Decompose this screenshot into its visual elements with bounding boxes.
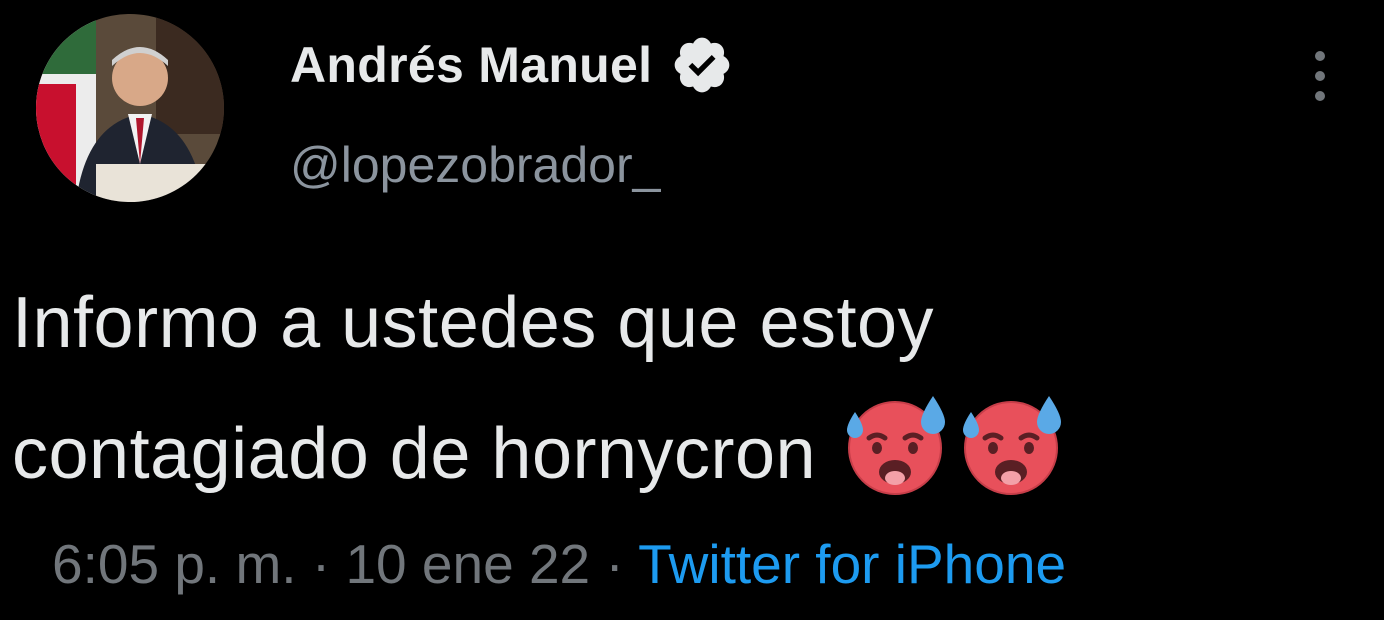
tweet-meta: 6:05 p. m. · 10 ene 22 · Twitter for iPh…: [52, 532, 1066, 596]
tweet-source-link[interactable]: Twitter for iPhone: [638, 533, 1066, 595]
hot-face-sweat-emoji: [841, 388, 953, 500]
author-block: Andrés Manuel @lopezobrador_: [290, 30, 734, 194]
more-vertical-icon[interactable]: [1296, 48, 1344, 104]
display-name[interactable]: Andrés Manuel: [290, 36, 652, 94]
tweet[interactable]: Andrés Manuel @lopezobrador_ Informo a u…: [0, 0, 1384, 620]
tweet-text-line: contagiado de hornycron: [12, 388, 1372, 519]
tweet-text-line: Informo a ustedes que estoy: [12, 283, 935, 363]
avatar[interactable]: [36, 14, 224, 202]
meta-separator: ·: [605, 533, 624, 595]
name-row: Andrés Manuel: [290, 30, 734, 100]
meta-separator: ·: [311, 533, 331, 595]
tweet-text-line-2: contagiado de hornycron: [12, 414, 817, 494]
tweet-text: Informo a ustedes que estoy contagiado d…: [12, 258, 1372, 519]
tweet-date[interactable]: 10 ene 22: [345, 533, 590, 595]
handle[interactable]: @lopezobrador_: [290, 136, 734, 194]
avatar-photo: [36, 14, 224, 202]
verified-badge-icon: [670, 33, 734, 97]
hot-face-sweat-emoji: [957, 388, 1069, 500]
tweet-time[interactable]: 6:05 p. m.: [52, 533, 297, 595]
